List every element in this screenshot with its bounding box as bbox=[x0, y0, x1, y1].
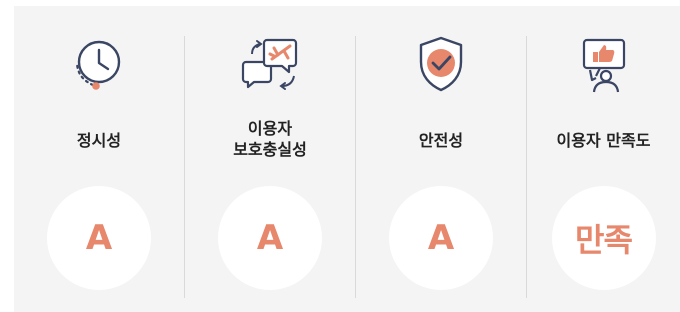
grade-badge: 만족 bbox=[551, 186, 656, 290]
rating-panel: 정시성 A 이용자 보호충실성 A 안전성 A 이용자 만족도 만족 bbox=[14, 6, 680, 312]
grade-badge: A bbox=[389, 186, 493, 290]
rating-item-user-satisfaction: 이용자 만족도 만족 bbox=[527, 6, 680, 312]
rating-label-line2: 보호충실성 bbox=[233, 140, 307, 159]
grade-badge: A bbox=[47, 186, 151, 290]
rating-item-punctuality: 정시성 A bbox=[14, 6, 184, 312]
thumbs-up-user-icon bbox=[568, 28, 640, 100]
rating-label: 안전성 bbox=[418, 131, 464, 150]
grade-badge: A bbox=[218, 186, 322, 290]
rating-label-line1: 이용자 bbox=[247, 119, 293, 138]
rating-item-safety: 안전성 A bbox=[356, 6, 526, 312]
rating-label: 이용자 만족도 bbox=[556, 131, 651, 150]
chat-airplane-icon bbox=[234, 28, 306, 100]
rating-label: 정시성 bbox=[76, 131, 122, 150]
shield-check-icon bbox=[405, 28, 477, 100]
clock-icon bbox=[63, 28, 135, 100]
rating-item-user-protection: 이용자 보호충실성 A bbox=[185, 6, 355, 312]
rating-label: 이용자 보호충실성 bbox=[185, 118, 355, 160]
